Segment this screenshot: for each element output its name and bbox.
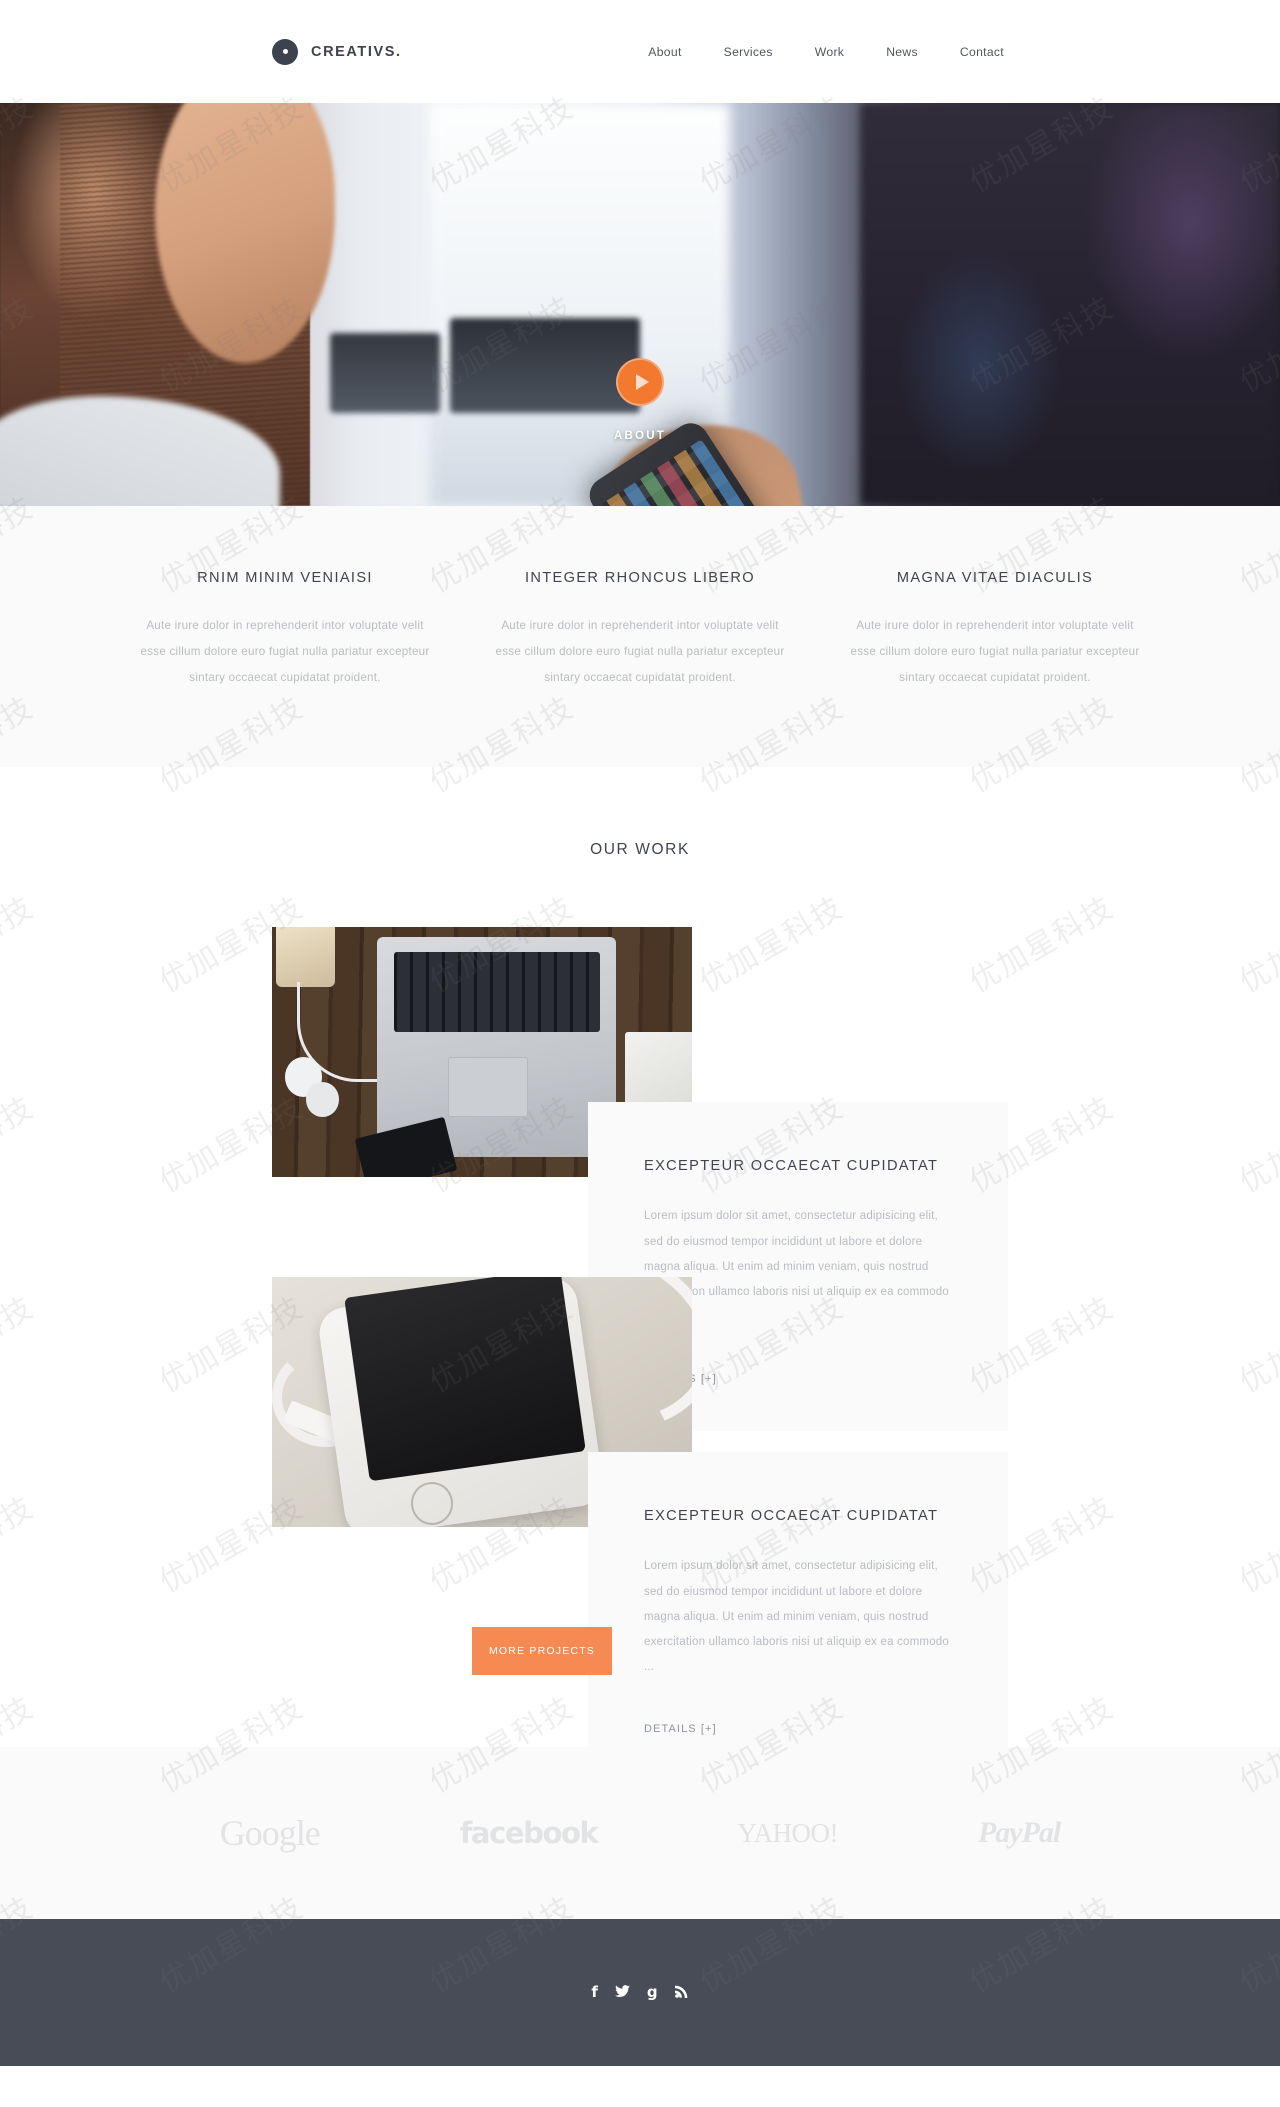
hero-content: ABOUT <box>0 358 1280 442</box>
site-header: CREATIVS. About Services Work News Conta… <box>0 0 1280 103</box>
client-logo-paypal: PayPal <box>977 1816 1061 1850</box>
clients-section: Google facebook YAHOO! PayPal <box>0 1747 1280 1920</box>
feature-title: RNIM MINIM VENIAISI <box>197 570 373 586</box>
feature-body: Aute irure dolor in reprehenderit intor … <box>140 619 430 685</box>
rss-icon[interactable] <box>674 1984 689 2001</box>
feature-card: INTEGER RHONCUS LIBERO Aute irure dolor … <box>490 570 790 691</box>
play-icon[interactable] <box>616 358 664 406</box>
feature-body: Aute irure dolor in reprehenderit intor … <box>850 619 1140 685</box>
play-triangle-icon <box>635 374 649 390</box>
hero-background-image <box>0 103 1280 506</box>
twitter-icon[interactable] <box>614 1984 630 2001</box>
feature-title: INTEGER RHONCUS LIBERO <box>525 570 755 586</box>
hero-section: ABOUT <box>0 103 1280 506</box>
work-section: OUR WORK EXCEPTEUR OCCAECAT CUPIDATAT Lo… <box>0 767 1280 1781</box>
nav-item-work[interactable]: Work <box>794 45 865 59</box>
more-projects-wrap: MORE PROJECTS <box>0 1627 1280 1747</box>
social-links: f g <box>591 1984 688 2001</box>
page-root: CREATIVS. About Services Work News Conta… <box>0 0 1280 2067</box>
hero-caption: ABOUT <box>614 430 666 442</box>
work-section-title: OUR WORK <box>590 841 690 859</box>
nav-item-news[interactable]: News <box>865 45 939 59</box>
features-section: RNIM MINIM VENIAISI Aute irure dolor in … <box>0 506 1280 768</box>
project-title: EXCEPTEUR OCCAECAT CUPIDATAT <box>644 1508 939 1525</box>
feature-title: MAGNA VITAE DIACULIS <box>896 570 1094 586</box>
nav-item-services[interactable]: Services <box>703 45 794 59</box>
client-logo-google: Google <box>219 1813 321 1854</box>
feature-card: MAGNA VITAE DIACULIS Aute irure dolor in… <box>845 570 1145 691</box>
google-plus-icon[interactable]: g <box>647 1985 658 2000</box>
project-title: EXCEPTEUR OCCAECAT CUPIDATAT <box>644 1158 939 1175</box>
site-footer: f g <box>0 1919 1280 2067</box>
nav-item-contact[interactable]: Contact <box>939 45 1025 59</box>
projects-list: EXCEPTEUR OCCAECAT CUPIDATAT Lorem ipsum… <box>0 927 1280 1781</box>
client-logo-yahoo: YAHOO! <box>737 1817 838 1848</box>
client-logo-facebook: facebook <box>459 1816 599 1851</box>
feature-card: RNIM MINIM VENIAISI Aute irure dolor in … <box>135 570 435 691</box>
feature-body: Aute irure dolor in reprehenderit intor … <box>495 619 785 685</box>
nav-item-about[interactable]: About <box>627 45 702 59</box>
logo-dot-icon <box>282 49 288 54</box>
more-projects-button[interactable]: MORE PROJECTS <box>472 1627 612 1676</box>
logo-text: CREATIVS. <box>311 43 402 60</box>
logo[interactable]: CREATIVS. <box>272 38 402 65</box>
facebook-icon[interactable]: f <box>591 1985 598 2000</box>
logo-circle-icon <box>272 38 298 65</box>
main-nav: About Services Work News Contact <box>627 45 1025 59</box>
